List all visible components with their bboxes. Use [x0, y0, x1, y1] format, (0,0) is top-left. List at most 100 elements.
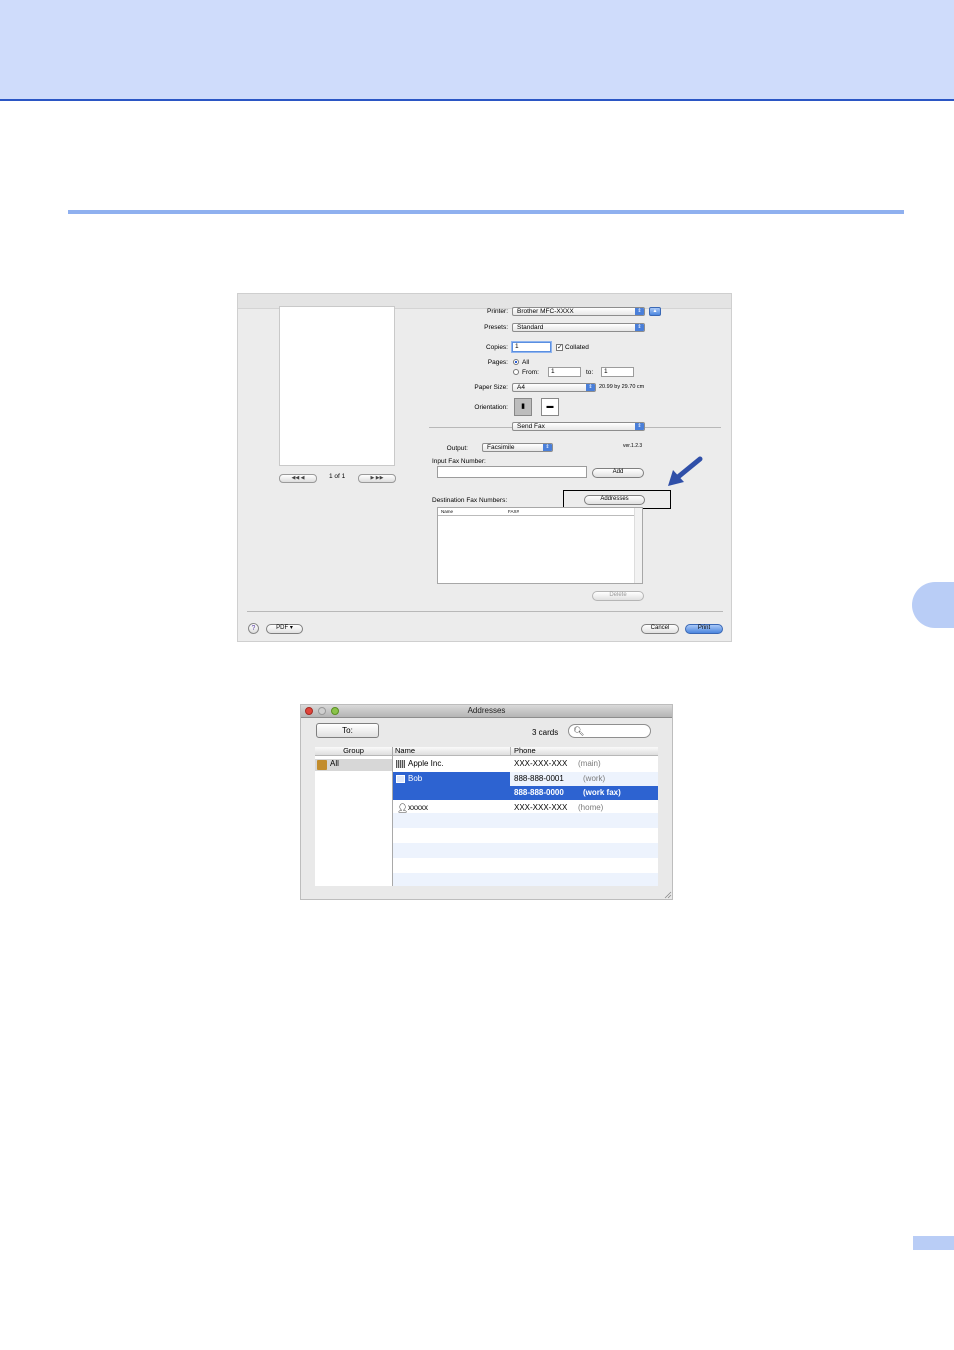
- updown-arrow-icon: ⇕: [635, 308, 644, 315]
- destination-list-header: Name FAX#: [438, 508, 634, 516]
- paper-size-value: A4: [517, 384, 525, 391]
- table-row-selected[interactable]: Bob: [393, 772, 510, 800]
- page-number-tab: [913, 1236, 954, 1250]
- footer-divider: [247, 611, 723, 612]
- print-button[interactable]: Print: [685, 624, 723, 634]
- updown-arrow-icon: ⇕: [543, 444, 552, 451]
- phone-type: (main): [578, 759, 601, 768]
- name-column-header: Name: [395, 746, 416, 755]
- addresses-title: Addresses: [467, 706, 506, 715]
- contact-phone: 888-888-0000: [514, 788, 564, 797]
- search-input[interactable]: 🔍︎: [568, 724, 651, 738]
- help-icon[interactable]: ?: [248, 623, 259, 634]
- phone-type: (work fax): [583, 788, 621, 797]
- input-fax-label: Input Fax Number:: [432, 458, 486, 465]
- close-icon[interactable]: [305, 707, 313, 715]
- phone-entry[interactable]: 888-888-0001 (work): [510, 772, 658, 786]
- pages-all-radio[interactable]: [513, 359, 519, 365]
- delete-button[interactable]: Delete: [592, 591, 644, 601]
- paper-size-label: Paper Size:: [474, 384, 508, 391]
- copies-input[interactable]: 1: [512, 342, 551, 352]
- section-rule: [68, 210, 904, 214]
- destination-fax-list: Name FAX#: [437, 507, 643, 584]
- contact-phone: XXX-XXX-XXX: [514, 759, 568, 768]
- paper-dimensions: 20.99 by 29.70 cm: [599, 384, 645, 390]
- table-row[interactable]: Apple Inc. XXX-XXX-XXX (main): [393, 757, 658, 771]
- zoom-icon[interactable]: [331, 707, 339, 715]
- output-select[interactable]: Facsimile ⇕: [482, 443, 553, 452]
- header-band: [0, 0, 954, 101]
- version-label: ver.1.2.3: [623, 443, 643, 449]
- contact-name: Apple Inc.: [408, 759, 444, 768]
- pages-to-input[interactable]: 1: [601, 367, 634, 377]
- paper-size-select[interactable]: A4 ⇕: [512, 383, 596, 392]
- contacts-table: Name Phone Apple Inc. XXX-XXX-XXX (main)…: [393, 747, 658, 886]
- landscape-orientation-icon[interactable]: ▬: [541, 398, 559, 416]
- group-all-label: All: [330, 759, 339, 768]
- section-select[interactable]: Send Fax ⇕: [512, 422, 645, 431]
- page-count: 1 of 1: [329, 473, 346, 480]
- pages-from-label: From:: [522, 369, 539, 376]
- updown-arrow-icon: ⇕: [635, 324, 644, 331]
- updown-arrow-icon: ⇕: [635, 423, 644, 430]
- output-select-value: Facsimile: [487, 444, 515, 451]
- phone-column-header: Phone: [510, 747, 536, 755]
- section-select-value: Send Fax: [517, 423, 545, 430]
- empty-row-stripe: [393, 873, 658, 886]
- contact-phone: 888-888-0001: [514, 774, 564, 783]
- orientation-label: Orientation:: [474, 404, 508, 411]
- add-button[interactable]: Add: [592, 468, 644, 478]
- empty-row-stripe: [393, 813, 658, 828]
- updown-arrow-icon: ⇕: [586, 384, 595, 391]
- group-list: Group All: [315, 747, 393, 886]
- collapse-details-button[interactable]: ▲: [649, 307, 661, 316]
- fax-number-input[interactable]: [437, 466, 587, 478]
- pdf-menu-button[interactable]: PDF ▾: [266, 624, 303, 634]
- first-prev-page-buttons[interactable]: ◀◀ ◀: [279, 474, 317, 483]
- minimize-icon[interactable]: [318, 707, 326, 715]
- pages-range-radio[interactable]: [513, 369, 519, 375]
- contact-name: xxxxx: [408, 803, 428, 812]
- page-preview: [279, 306, 395, 466]
- presets-label: Presets:: [484, 324, 508, 331]
- presets-select[interactable]: Standard ⇕: [512, 323, 645, 332]
- next-last-page-buttons[interactable]: ▶ ▶▶: [358, 474, 396, 483]
- chapter-tab: [912, 582, 954, 628]
- pages-label: Pages:: [487, 359, 508, 366]
- contacts-header-row: Name Phone: [393, 747, 658, 756]
- pages-all-label: All: [522, 359, 530, 366]
- fax-column-header: FAX#: [508, 509, 520, 514]
- list-scrollbar[interactable]: [634, 508, 642, 583]
- phone-type: (work): [583, 774, 606, 783]
- name-column-header: Name: [441, 509, 454, 514]
- resize-grip-icon[interactable]: [664, 891, 672, 899]
- collated-label: Collated: [565, 344, 589, 351]
- table-row[interactable]: 👤︎ xxxxx XXX-XXX-XXX (home): [393, 801, 658, 815]
- contact-card-icon: [396, 775, 405, 783]
- printer-label: Printer:: [487, 308, 508, 315]
- portrait-orientation-icon[interactable]: ▮: [514, 398, 532, 416]
- printer-select-value: Brother MFC-XXXX: [517, 308, 574, 315]
- addresses-button[interactable]: Addresses: [584, 495, 645, 505]
- group-column-header: Group: [315, 747, 392, 756]
- address-book-icon: [317, 760, 327, 770]
- print-dialog: ◀◀ ◀ 1 of 1 ▶ ▶▶ Printer: Brother MFC-XX…: [237, 293, 732, 642]
- copies-label: Copies:: [485, 344, 508, 351]
- callout-arrow-icon: [668, 456, 703, 486]
- company-icon: [396, 760, 405, 768]
- person-icon: 👤︎: [397, 803, 409, 813]
- to-button[interactable]: To:: [316, 723, 379, 738]
- cancel-button[interactable]: Cancel: [641, 624, 679, 634]
- pages-from-input[interactable]: 1: [548, 367, 581, 377]
- printer-select[interactable]: Brother MFC-XXXX ⇕: [512, 307, 645, 316]
- output-label: Output:: [446, 445, 468, 452]
- group-item-all[interactable]: All: [315, 759, 392, 771]
- card-count: 3 cards: [532, 728, 559, 737]
- pages-to-label: to:: [586, 369, 594, 376]
- collated-checkbox[interactable]: ✓: [556, 344, 563, 351]
- destination-fax-label: Destination Fax Numbers:: [432, 497, 508, 504]
- phone-entry-selected[interactable]: 888-888-0000 (work fax): [510, 786, 658, 800]
- contact-name: Bob: [408, 774, 423, 783]
- empty-row-stripe: [393, 843, 658, 858]
- phone-type: (home): [578, 803, 604, 812]
